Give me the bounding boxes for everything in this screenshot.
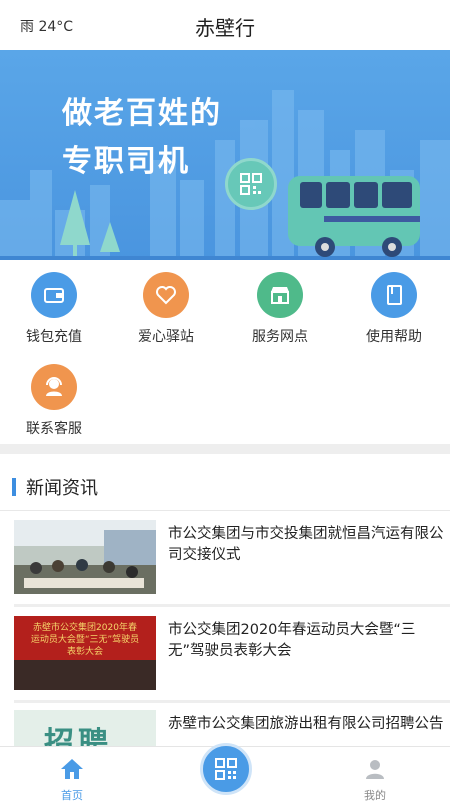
divider <box>0 510 450 511</box>
store-icon <box>257 272 303 318</box>
service-wallet-topup[interactable]: 钱包充值 <box>0 262 110 346</box>
user-icon <box>366 760 384 779</box>
qr-code-icon <box>225 158 277 210</box>
page-title: 赤壁行 <box>195 16 255 40</box>
tab-mine[interactable]: 我的 <box>325 747 425 803</box>
tab-mine-label: 我的 <box>364 789 386 802</box>
heart-icon <box>143 272 189 318</box>
service-label: 爱心驿站 <box>138 329 194 345</box>
home-icon <box>61 759 83 779</box>
customer-service-icon <box>31 364 77 410</box>
banner-slogan-line2: 专职司机 <box>62 144 190 179</box>
news-section-header: 新闻资讯 <box>12 476 98 499</box>
wallet-icon <box>31 272 77 318</box>
news-title: 市公交集团2020年春运动员大会暨“三无”驾驶员表彰大会 <box>168 622 416 659</box>
news-title: 赤壁市公交集团旅游出租有限公司招聘公告 <box>168 716 444 732</box>
service-love-station[interactable]: 爱心驿站 <box>110 262 222 346</box>
service-grid: 钱包充值 爱心驿站 服务网点 使用帮助 联系客服 <box>0 262 450 442</box>
divider <box>14 700 450 703</box>
news-title: 市公交集团与市交投集团就恒昌汽运有限公司交接仪式 <box>168 526 444 563</box>
service-label: 联系客服 <box>26 421 82 437</box>
help-book-icon <box>371 272 417 318</box>
service-label: 服务网点 <box>252 329 308 345</box>
service-label: 钱包充值 <box>26 329 82 345</box>
news-item[interactable]: 赤壁市公交集团2020年春运动员大会暨“三无”驾驶员表彰大会 市公交集团2020… <box>14 616 450 703</box>
qr-code-icon <box>215 758 237 780</box>
bottom-tab-bar: 首页 我的 <box>0 743 450 803</box>
section-accent-bar <box>12 478 16 496</box>
tab-home[interactable]: 首页 <box>22 747 122 803</box>
promo-banner[interactable]: 做老百姓的 专职司机 <box>0 50 450 260</box>
scan-qr-button[interactable] <box>200 743 252 795</box>
service-customer-support[interactable]: 联系客服 <box>0 354 110 438</box>
news-section-title: 新闻资讯 <box>26 478 98 499</box>
tab-home-label: 首页 <box>61 789 83 802</box>
service-help[interactable]: 使用帮助 <box>338 262 450 346</box>
news-thumbnail-banner-text: 赤壁市公交集团2020年春运动员大会暨“三无”驾驶员表彰大会 <box>30 623 140 657</box>
service-label: 使用帮助 <box>366 329 422 345</box>
news-thumbnail <box>14 520 156 594</box>
top-bar: 雨 24°C 赤壁行 <box>0 0 450 50</box>
section-divider <box>0 444 450 454</box>
bus-illustration <box>288 176 420 257</box>
service-outlets[interactable]: 服务网点 <box>224 262 336 346</box>
divider <box>14 604 450 607</box>
news-item[interactable]: 市公交集团与市交投集团就恒昌汽运有限公司交接仪式 <box>14 520 450 607</box>
news-thumbnail: 赤壁市公交集团2020年春运动员大会暨“三无”驾驶员表彰大会 <box>14 616 156 690</box>
banner-slogan-line1: 做老百姓的 <box>62 96 222 131</box>
